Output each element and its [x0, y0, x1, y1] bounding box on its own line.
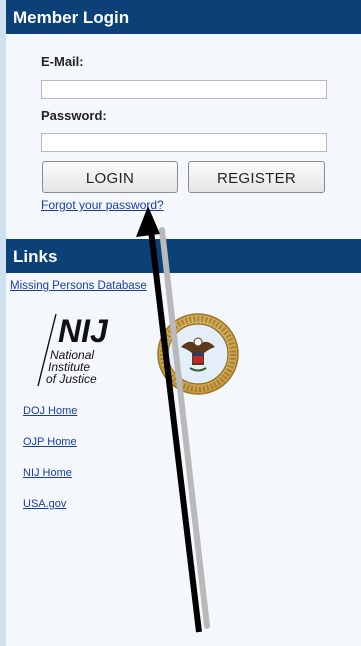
ojp-home-link[interactable]: OJP Home [23, 436, 77, 448]
password-label: Password: [41, 108, 107, 123]
sidebar-panel: Member Login E-Mail: Password: LOGIN REG… [6, 0, 361, 646]
missing-persons-link[interactable]: Missing Persons Database [10, 280, 147, 292]
doj-home-link[interactable]: DOJ Home [23, 405, 77, 417]
doj-seal-icon[interactable] [157, 313, 239, 395]
password-field[interactable] [41, 133, 327, 152]
nij-logo[interactable]: NIJ National Institute of Justice [30, 312, 132, 388]
forgot-password-link[interactable]: Forgot your password? [41, 198, 164, 212]
nij-logo-letters: NIJ [58, 313, 109, 349]
email-field[interactable] [41, 80, 327, 99]
email-label: E-Mail: [41, 54, 84, 69]
login-button[interactable]: LOGIN [42, 161, 178, 193]
member-login-header: Member Login [6, 0, 361, 34]
links-header: Links [6, 239, 361, 273]
nij-home-link[interactable]: NIJ Home [23, 467, 72, 479]
register-button[interactable]: REGISTER [188, 161, 325, 193]
usa-gov-link[interactable]: USA.gov [23, 498, 66, 510]
nij-logo-line3: of Justice [46, 372, 97, 386]
